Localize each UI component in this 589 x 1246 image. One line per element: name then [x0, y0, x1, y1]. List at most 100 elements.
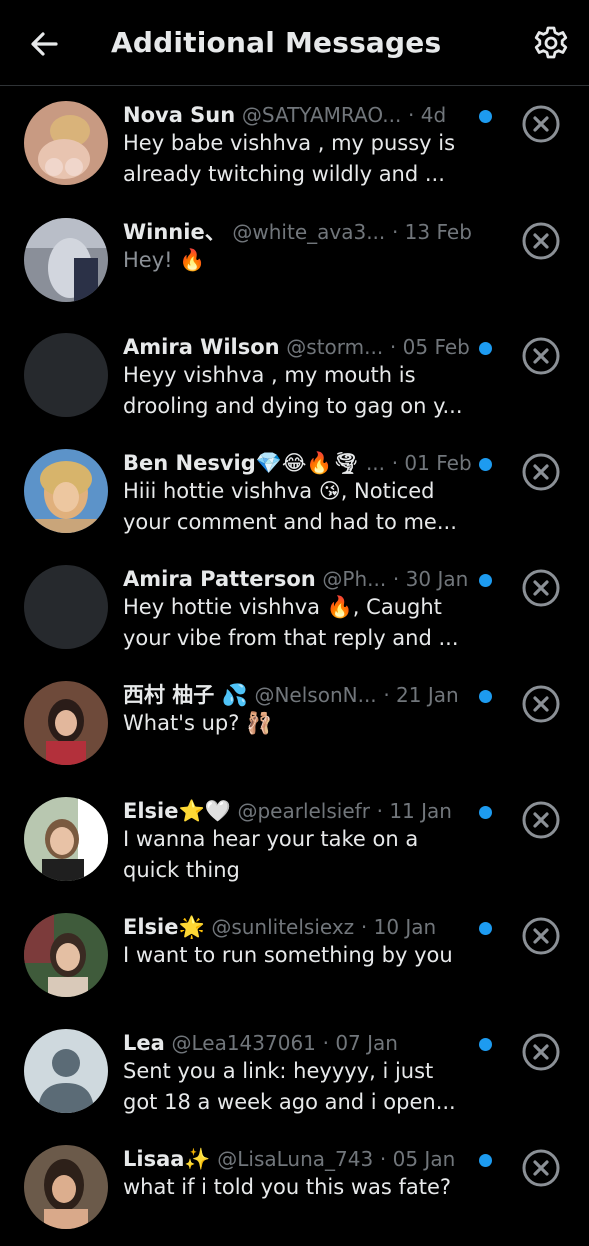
message-request-row[interactable]: Ben Nesvig💎😂🔥🌪 ... · 01 Feb Hiii hottie v… — [0, 434, 589, 550]
sender-handle: @LisaLuna_743 — [217, 1147, 374, 1171]
avatar[interactable] — [24, 565, 108, 649]
sender-name: Elsie⭐🤍 — [123, 799, 231, 823]
gear-icon[interactable] — [532, 24, 570, 62]
message-request-row[interactable]: Elsie⭐🤍 @pearlelsiefr · 11 Jan I wanna he… — [0, 782, 589, 898]
message-date: · 30 Jan — [392, 567, 469, 591]
message-preview-line: got 18 a week ago and i open... — [123, 1090, 456, 1114]
sender-name: Lea — [123, 1031, 165, 1055]
message-header: Amira Patterson @Ph... · 30 Jan — [123, 564, 493, 594]
message-request-row[interactable]: Elsie🌟 @sunlitelsiexz · 10 Jan I want to … — [0, 898, 589, 1014]
page-title: Additional Messages — [111, 26, 442, 59]
message-preview: I wanna hear your take on a quick thing — [123, 824, 483, 886]
message-header: Amira Wilson @storm... · 05 Feb — [123, 332, 493, 362]
message-date: · 11 Jan — [376, 799, 452, 823]
sender-handle: @Lea1437061 — [171, 1031, 316, 1055]
unread-dot — [479, 690, 492, 703]
message-date: · 10 Jan — [360, 915, 437, 939]
unread-dot — [479, 458, 492, 471]
message-preview: Heyy vishhva , my mouth is drooling and d… — [123, 360, 483, 422]
dismiss-close-icon[interactable] — [521, 916, 561, 956]
back-arrow-icon[interactable] — [26, 26, 62, 62]
unread-dot — [479, 1038, 492, 1051]
message-preview-line: Hey hottie vishhva 🔥, Caught — [123, 595, 442, 619]
message-request-row[interactable]: Lisaa✨ @LisaLuna_743 · 05 Jan what if i t… — [0, 1130, 589, 1246]
message-preview: Sent you a link: heyyyy, i just got 18 a … — [123, 1056, 483, 1118]
avatar[interactable] — [24, 101, 108, 185]
avatar[interactable] — [24, 449, 108, 533]
avatar[interactable] — [24, 1145, 108, 1229]
unread-dot — [479, 1154, 492, 1167]
message-date: · 05 Jan — [379, 1147, 456, 1171]
dismiss-close-icon[interactable] — [521, 684, 561, 724]
message-preview: Hey! 🔥 — [123, 245, 483, 276]
message-header: Elsie🌟 @sunlitelsiexz · 10 Jan — [123, 912, 493, 942]
sender-handle: @NelsonN... — [254, 683, 377, 707]
message-preview-line: your vibe from that reply and ... — [123, 626, 459, 650]
avatar[interactable] — [24, 797, 108, 881]
sender-handle: @SATYAMRAO... — [241, 103, 402, 127]
message-request-row[interactable]: Amira Wilson @storm... · 05 Feb Heyy vish… — [0, 318, 589, 434]
message-header: 西村 柚子 💦 @NelsonN... · 21 Jan — [123, 680, 493, 710]
message-header: Lisaa✨ @LisaLuna_743 · 05 Jan — [123, 1144, 493, 1174]
message-preview: Hey hottie vishhva 🔥, Caught your vibe fr… — [123, 592, 483, 654]
sender-name: Lisaa✨ — [123, 1147, 211, 1171]
dismiss-close-icon[interactable] — [521, 452, 561, 492]
unread-dot — [479, 110, 492, 123]
message-preview-line: already twitching wildly and ... — [123, 162, 445, 186]
dismiss-close-icon[interactable] — [521, 104, 561, 144]
message-preview: what if i told you this was fate? — [123, 1172, 483, 1203]
avatar[interactable] — [24, 218, 108, 302]
sender-name: Winnie、 — [123, 220, 226, 244]
top-app-bar: Additional Messages — [0, 0, 589, 86]
dismiss-close-icon[interactable] — [521, 336, 561, 376]
dismiss-close-icon[interactable] — [521, 800, 561, 840]
message-date: · 05 Feb — [389, 335, 470, 359]
message-preview-line: your comment and had to me... — [123, 510, 457, 534]
message-date: · 13 Feb — [391, 220, 472, 244]
message-preview-line: Hey babe vishhva , my pussy is — [123, 131, 456, 155]
message-preview-line: Hey! 🔥 — [123, 248, 206, 272]
avatar[interactable] — [24, 681, 108, 765]
message-request-row[interactable]: Nova Sun @SATYAMRAO... · 4d Hey babe vish… — [0, 86, 589, 202]
message-preview-line: I wanna hear your take on a — [123, 827, 419, 851]
sender-name: Elsie🌟 — [123, 915, 205, 939]
avatar[interactable] — [24, 333, 108, 417]
avatar[interactable] — [24, 1029, 108, 1113]
message-preview-line: drooling and dying to gag on y... — [123, 394, 463, 418]
message-preview: Hiii hottie vishhva 😘, Noticed your comme… — [123, 476, 483, 538]
unread-dot — [479, 922, 492, 935]
message-preview-line: quick thing — [123, 858, 240, 882]
unread-dot — [479, 806, 492, 819]
message-preview: I want to run something by you — [123, 940, 483, 971]
dismiss-close-icon[interactable] — [521, 1148, 561, 1188]
sender-handle: ... — [365, 451, 386, 475]
message-preview-line: Sent you a link: heyyyy, i just — [123, 1059, 434, 1083]
message-request-row[interactable]: Lea @Lea1437061 · 07 Jan Sent you a link:… — [0, 1014, 589, 1130]
avatar[interactable] — [24, 913, 108, 997]
dismiss-close-icon[interactable] — [521, 221, 561, 261]
unread-dot — [479, 342, 492, 355]
sender-name: Nova Sun — [123, 103, 236, 127]
dismiss-close-icon[interactable] — [521, 568, 561, 608]
message-preview-line: I want to run something by you — [123, 943, 453, 967]
message-header: Ben Nesvig💎😂🔥🌪 ... · 01 Feb — [123, 448, 493, 478]
unread-dot — [479, 574, 492, 587]
message-date: · 01 Feb — [391, 451, 472, 475]
message-request-row[interactable]: Amira Patterson @Ph... · 30 Jan Hey hotti… — [0, 550, 589, 666]
sender-handle: @storm... — [286, 335, 384, 359]
message-header: Lea @Lea1437061 · 07 Jan — [123, 1028, 493, 1058]
message-header: Winnie、 @white_ava3... · 13 Feb — [123, 217, 493, 247]
dismiss-close-icon[interactable] — [521, 1032, 561, 1072]
message-date: · 07 Jan — [322, 1031, 398, 1055]
sender-handle: @sunlitelsiexz — [211, 915, 355, 939]
sender-handle: @pearlelsiefr — [237, 799, 370, 823]
sender-name: Ben Nesvig💎😂🔥🌪 — [123, 451, 360, 475]
sender-name: Amira Wilson — [123, 335, 280, 359]
message-request-row[interactable]: 西村 柚子 💦 @NelsonN... · 21 Jan What's up? 🩰 — [0, 666, 589, 782]
message-date: · 4d — [408, 103, 447, 127]
message-header: Nova Sun @SATYAMRAO... · 4d — [123, 100, 493, 130]
message-date: · 21 Jan — [383, 683, 459, 707]
message-request-row[interactable]: Winnie、 @white_ava3... · 13 Feb Hey! 🔥 — [0, 203, 589, 319]
sender-name: 西村 柚子 💦 — [123, 683, 248, 707]
sender-handle: @white_ava3... — [232, 220, 386, 244]
